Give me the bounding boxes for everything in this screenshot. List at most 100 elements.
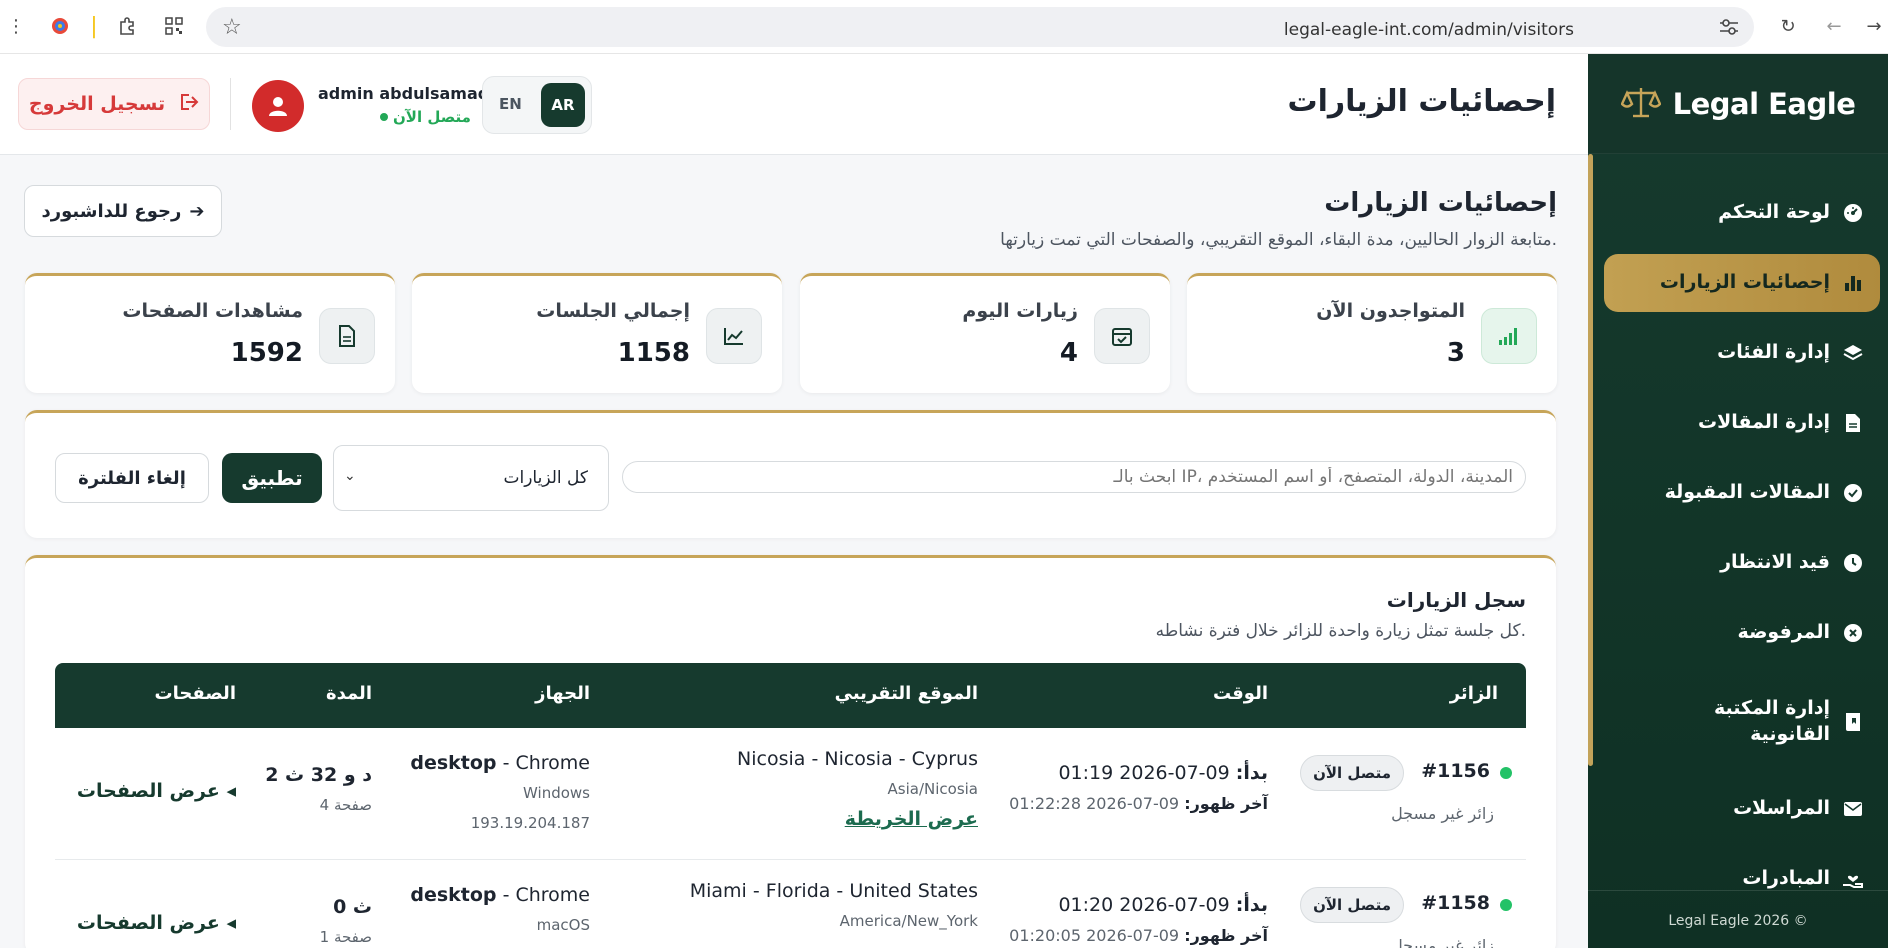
- forward-arrow-icon[interactable]: →: [1862, 14, 1886, 38]
- avatar[interactable]: [252, 80, 304, 132]
- check-circle-icon: [1842, 482, 1864, 504]
- bar-chart-icon: [1842, 272, 1864, 294]
- apply-button[interactable]: تطبيق: [222, 453, 322, 503]
- sidebar-item-articles[interactable]: إدارة المقالات: [1604, 394, 1880, 452]
- online-dot-icon: [1500, 767, 1512, 779]
- last-seen: آخر ظهور: 09-07-2026 01:22:28: [1009, 794, 1268, 813]
- stat-label: زيارات اليوم: [962, 300, 1078, 322]
- reload-icon[interactable]: ↻: [1776, 14, 1800, 38]
- stat-card-today-visits: زيارات اليوم 4: [800, 273, 1170, 393]
- sidebar-item-visit-stats[interactable]: إحصائيات الزيارات: [1604, 254, 1880, 312]
- extension-colorful-icon[interactable]: [48, 14, 72, 38]
- stat-card-page-views: مشاهدات الصفحات 1592: [25, 273, 395, 393]
- sidebar-item-dashboard[interactable]: لوحة التحكم: [1604, 184, 1880, 242]
- dashboard-gauge-icon: [1842, 202, 1864, 224]
- column-header-visitor: الزائر: [1449, 683, 1498, 704]
- qr-code-icon[interactable]: [162, 14, 186, 38]
- lang-en-button[interactable]: EN: [499, 95, 522, 113]
- sidebar-item-correspondence[interactable]: المراسلات: [1604, 780, 1880, 838]
- duration-text: 2 د و 32 ث: [265, 764, 372, 786]
- stat-value: 1158: [617, 338, 690, 368]
- hand-heart-icon: [1842, 868, 1864, 890]
- clear-filter-button[interactable]: إلغاء الفلترة: [55, 453, 209, 503]
- device-info: desktop - Chrome: [410, 884, 590, 906]
- table-header: الزائر الوقت الموقع التقريبي الجهاز المد…: [55, 663, 1526, 728]
- start-time: بدأ: 09-07-2026 01:20: [1058, 894, 1268, 916]
- line-chart-icon: [706, 308, 762, 364]
- sidebar-item-accepted[interactable]: المقالات المقبولة: [1604, 464, 1880, 522]
- address-bar[interactable]: ☆ legal-eagle-int.com/admin/visitors: [206, 7, 1754, 47]
- sidebar-item-label: قيد الانتظار: [1720, 551, 1830, 574]
- language-switch: EN AR: [482, 76, 592, 134]
- admin-status: متصل الآن: [380, 108, 471, 126]
- show-map-link[interactable]: عرض الخريطة: [845, 808, 978, 830]
- stat-label: مشاهدات الصفحات: [122, 300, 303, 322]
- sidebar: Legal Eagle لوحة التحكم إحصائيات الزيارا…: [1588, 54, 1888, 948]
- sidebar-item-label: لوحة التحكم: [1718, 201, 1830, 224]
- visits-log-card: سجل الزيارات كل جلسة تمثل زيارة واحدة لل…: [25, 555, 1556, 948]
- sidebar-item-label: إحصائيات الزيارات: [1659, 271, 1830, 294]
- browser-toolbar: ⋮ | ☆ legal-eagle-int.com/admin/visitors…: [0, 0, 1888, 54]
- back-arrow-icon[interactable]: ←: [1822, 14, 1846, 38]
- sidebar-item-label: إدارة الفئات: [1717, 341, 1830, 364]
- more-vertical-icon[interactable]: ⋮: [4, 14, 28, 38]
- start-time: بدأ: 09-07-2026 01:19: [1058, 762, 1268, 784]
- location-text: Nicosia - Nicosia - Cyprus: [737, 748, 978, 770]
- sidebar-item-legal-library[interactable]: إدارة المكتبة القانونية: [1604, 682, 1880, 762]
- scales-of-justice-icon: [1620, 85, 1662, 123]
- sidebar-item-label: إدارة المقالات: [1698, 411, 1830, 434]
- bookmark-star-icon[interactable]: ☆: [222, 15, 242, 40]
- visitor-id[interactable]: #1156: [1421, 760, 1490, 782]
- online-dot-icon: [380, 113, 388, 121]
- visitor-id[interactable]: #1158: [1421, 892, 1490, 914]
- visitor-type: زائر غير مسجل: [1391, 804, 1494, 823]
- layers-icon: [1842, 342, 1864, 364]
- topbar: إحصائيات الزيارات تسجيل الخروج admin abd…: [0, 54, 1588, 155]
- extensions-puzzle-icon[interactable]: [116, 14, 140, 38]
- timezone-text: Asia/Nicosia: [887, 780, 978, 798]
- admin-status-text: متصل الآن: [393, 108, 471, 126]
- table-row: #1156 متصل الآن زائر غير مسجل بدأ: 09-07…: [55, 728, 1526, 860]
- visits-filter-select[interactable]: كل الزيارات ⌄: [333, 445, 609, 511]
- back-label: رجوع للداشبورد: [41, 200, 182, 222]
- os-text: macOS: [536, 916, 590, 934]
- sidebar-logo[interactable]: Legal Eagle: [1588, 54, 1888, 154]
- file-lines-icon: [319, 308, 375, 364]
- sidebar-item-categories[interactable]: إدارة الفئات: [1604, 324, 1880, 382]
- stat-value: 4: [1059, 338, 1078, 368]
- pages-count: 1 صفحة: [319, 928, 372, 946]
- location-text: Miami - Florida - United States: [689, 880, 978, 902]
- document-icon: [1842, 412, 1864, 434]
- show-pages-toggle[interactable]: عرض الصفحات ◂: [77, 780, 236, 802]
- lang-ar-button[interactable]: AR: [541, 83, 585, 127]
- search-field[interactable]: [622, 461, 1526, 493]
- sidebar-item-label: المقالات المقبولة: [1664, 481, 1830, 504]
- sidebar-item-label: المبادرات: [1742, 867, 1830, 890]
- page-subtitle: متابعة الزوار الحاليين، مدة البقاء، المو…: [1000, 230, 1557, 250]
- timezone-text: America/New_York: [839, 912, 978, 930]
- url-text[interactable]: legal-eagle-int.com/admin/visitors: [1284, 20, 1574, 40]
- logout-button[interactable]: تسجيل الخروج: [18, 78, 210, 130]
- site-settings-icon[interactable]: [1718, 17, 1740, 37]
- sidebar-footer: Legal Eagle 2026 ©: [1588, 890, 1888, 948]
- filter-card: كل الزيارات ⌄ تطبيق إلغاء الفلترة: [25, 410, 1556, 538]
- log-subtitle: كل جلسة تمثل زيارة واحدة للزائر خلال فتر…: [1155, 621, 1526, 641]
- select-value: كل الزيارات: [503, 468, 588, 488]
- show-pages-toggle[interactable]: عرض الصفحات ◂: [77, 912, 236, 934]
- arrow-right-icon: ➔: [189, 200, 205, 222]
- stat-label: إجمالي الجلسات: [536, 300, 690, 322]
- column-header-pages: الصفحات: [154, 683, 236, 704]
- logout-icon: [177, 92, 199, 117]
- search-input[interactable]: [623, 462, 1525, 492]
- sidebar-scrollbar[interactable]: [1588, 154, 1593, 766]
- stat-value: 3: [1446, 338, 1465, 368]
- clock-icon: [1842, 552, 1864, 574]
- book-icon: [1842, 711, 1864, 733]
- admin-name: admin abdulsamad: [318, 84, 490, 103]
- device-info: desktop - Chrome: [410, 752, 590, 774]
- sidebar-item-pending[interactable]: قيد الانتظار: [1604, 534, 1880, 592]
- table-row: #1158 متصل الآن زائر غير مسجل بدأ: 09-07…: [55, 860, 1526, 948]
- back-to-dashboard-button[interactable]: رجوع للداشبورد ➔: [24, 185, 222, 237]
- column-header-time: الوقت: [1212, 683, 1268, 704]
- sidebar-item-rejected[interactable]: المرفوضة: [1604, 604, 1880, 662]
